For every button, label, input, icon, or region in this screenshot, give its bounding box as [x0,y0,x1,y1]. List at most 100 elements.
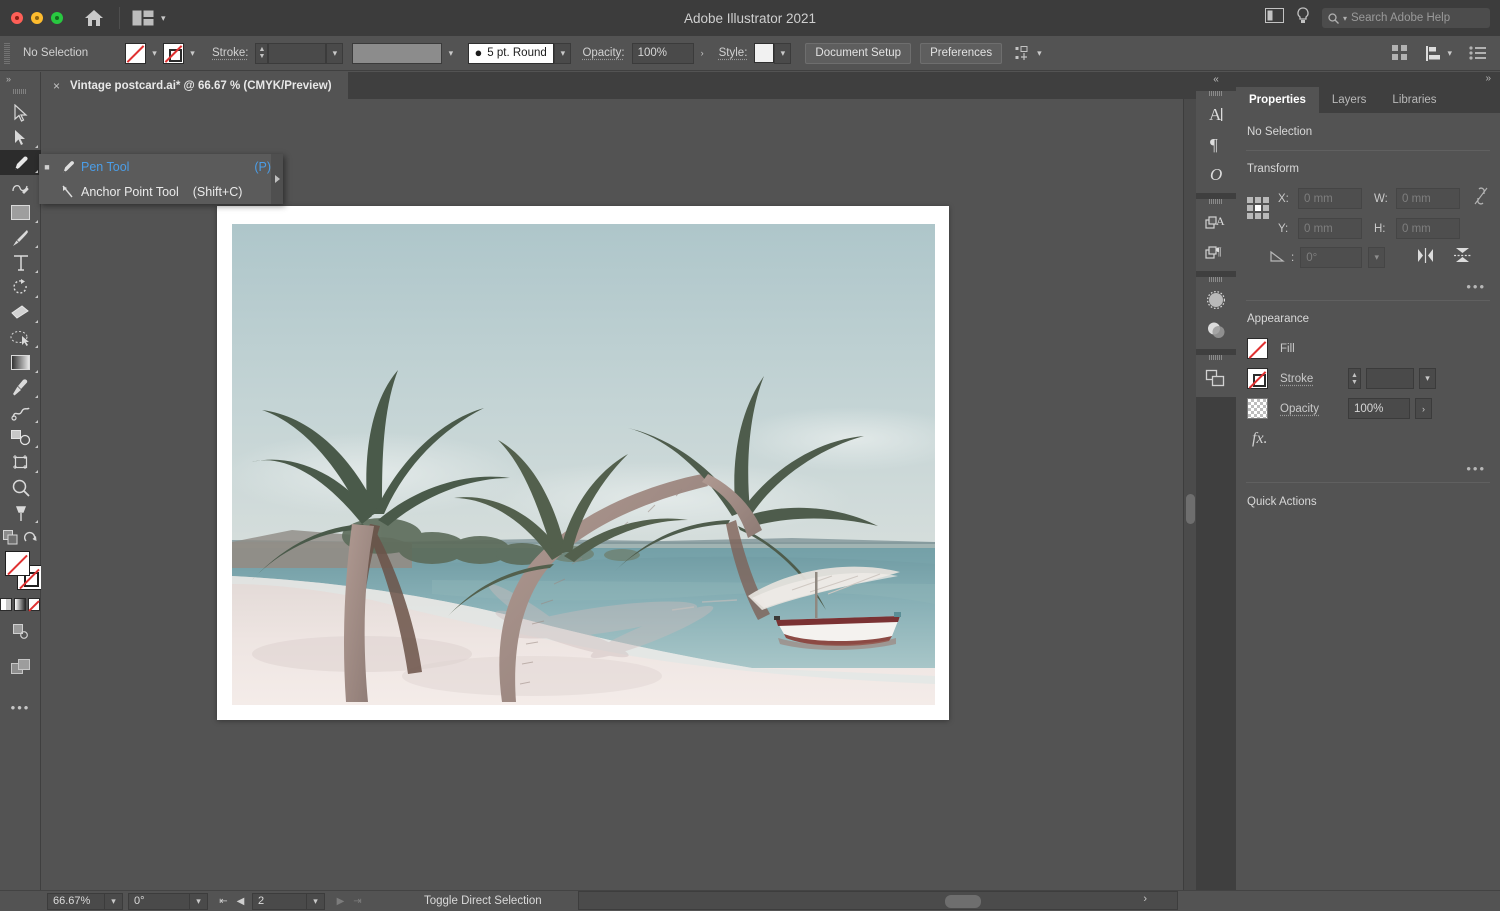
stroke-weight-stepper[interactable]: ▲ ▼ [255,42,269,64]
artboard-number-field[interactable]: 2 [252,892,307,910]
expand-panel-chevrons[interactable]: » [1485,73,1491,84]
distribute-chevron-down-icon[interactable]: ▾ [1447,48,1452,59]
vertical-scrollbar-thumb[interactable] [1186,494,1195,524]
ref-point[interactable] [1247,205,1253,211]
tab-libraries[interactable]: Libraries [1379,87,1449,113]
tool-flyout-indicator[interactable] [35,295,38,298]
fill-dropdown-chevron[interactable]: ▾ [146,43,163,64]
minimize-window-button[interactable] [31,12,43,24]
glyphs-panel-icon[interactable]: O [1196,159,1236,189]
horizontal-scrollbar-thumb[interactable] [945,895,981,908]
angle-field[interactable]: 0° [1300,247,1363,268]
stroke-weight-chevron[interactable]: ▾ [326,42,344,64]
pen-tool-flyout-menu[interactable]: ■ Pen Tool (P) Anchor Point Tool (Shift+… [39,154,283,204]
expand-toolbar-chevron[interactable]: » [0,72,40,86]
opacity-label[interactable]: Opacity [1280,403,1336,415]
tool-flyout-indicator[interactable] [35,220,38,223]
character-styles-panel-icon[interactable]: A [1196,207,1236,237]
appearance-opacity-swatch[interactable] [1247,398,1268,419]
zoom-level-chevron[interactable]: ▾ [105,892,123,910]
stroke-weight-stepper[interactable]: ▲ ▼ [1348,368,1361,389]
vintage-beach-postcard-photo[interactable] [232,224,935,705]
paintbrush-tool[interactable] [0,225,41,250]
color-swatch-button[interactable] [0,598,12,611]
unlink-proportions-icon[interactable] [1474,186,1488,211]
none-swatch-button[interactable] [28,598,40,611]
opacity-label[interactable]: Opacity: [582,47,624,59]
chevron-down-icon[interactable]: ▾ [1343,14,1347,23]
paragraph-styles-panel-icon[interactable]: ¶ [1196,237,1236,267]
flyout-item-pen-tool[interactable]: ■ Pen Tool (P) [39,154,283,179]
close-window-button[interactable] [11,12,23,24]
brush-definition-field[interactable]: ● 5 pt. Round [468,42,555,64]
tool-flyout-indicator[interactable] [35,395,38,398]
tool-flyout-indicator[interactable] [35,370,38,373]
appearance-opacity-field[interactable]: 100% [1348,398,1410,419]
close-icon[interactable]: × [53,79,60,93]
prev-artboard-icon[interactable]: ◀ [232,896,249,907]
gradient-swatch-button[interactable] [14,598,26,611]
stroke-weight-chevron[interactable]: ▾ [1419,368,1436,389]
y-field[interactable]: 0 mm [1298,218,1362,239]
artboard-number-chevron[interactable]: ▾ [307,892,325,910]
appearance-fill-swatch[interactable] [1247,338,1268,359]
chevron-down-icon[interactable]: ▾ [161,13,166,24]
arrange-documents-icon[interactable]: ▾ [132,10,166,26]
hand-tool[interactable] [0,500,41,525]
appearance-more-options-ellipsis[interactable]: ••• [1466,461,1486,476]
curvature-tool[interactable] [0,175,41,200]
h-field[interactable]: 0 mm [1396,218,1460,239]
zoom-tool[interactable] [0,475,41,500]
search-input[interactable]: ▾ Search Adobe Help [1322,8,1490,28]
stroke-profile-preview[interactable] [352,42,443,64]
eyedropper-tool[interactable] [0,375,41,400]
paragraph-panel-icon[interactable]: ¶ [1196,129,1236,159]
symbol-sprayer-tool[interactable] [0,400,41,425]
opacity-expand-arrow[interactable]: › [1415,398,1432,419]
ref-point[interactable] [1255,197,1261,203]
document-setup-button[interactable]: Document Setup [805,42,912,64]
last-artboard-icon[interactable]: ⇥ [349,896,366,907]
tool-flyout-indicator[interactable] [35,445,38,448]
flyout-item-anchor-point-tool[interactable]: Anchor Point Tool (Shift+C) [39,179,283,204]
opacity-field[interactable]: 100% [631,42,694,64]
tool-flyout-indicator[interactable] [35,520,38,523]
stroke-swatch-button[interactable] [163,42,184,64]
w-field[interactable]: 0 mm [1396,188,1460,209]
stroke-weight-field[interactable] [268,42,327,64]
first-artboard-icon[interactable]: ⇤ [215,896,232,907]
transparency-panel-icon[interactable] [1196,315,1236,345]
type-tool[interactable] [0,250,41,275]
zoom-level-field[interactable]: 66.67% [47,892,105,910]
align-chevron-down-icon[interactable]: ▾ [1037,48,1042,59]
artboards-panel-icon[interactable] [1196,363,1236,393]
eraser-tool[interactable] [0,300,41,325]
tool-flyout-indicator[interactable] [35,270,38,273]
style-label[interactable]: Style: [719,47,748,59]
shape-builder-tool[interactable] [0,325,41,350]
preferences-button[interactable]: Preferences [920,42,1003,64]
selection-tool[interactable] [0,100,41,125]
tool-flyout-indicator[interactable] [35,320,38,323]
maximize-window-button[interactable] [51,12,63,24]
tab-properties[interactable]: Properties [1236,87,1319,113]
ref-point[interactable] [1255,213,1261,219]
scroll-right-chevron[interactable]: › [1143,893,1147,905]
stroke-dropdown-chevron[interactable]: ▾ [184,43,201,64]
artboard-tool[interactable] [0,450,41,475]
panel-group-grip[interactable] [1209,91,1223,96]
direct-selection-tool[interactable] [0,125,41,150]
tool-flyout-indicator[interactable] [35,470,38,473]
gradient-tool[interactable] [0,350,41,375]
character-panel-icon[interactable]: A [1196,99,1236,129]
tool-flyout-indicator[interactable] [35,345,38,348]
tab-layers[interactable]: Layers [1319,87,1380,113]
brushes-panel-icon[interactable] [1196,285,1236,315]
tool-flyout-indicator[interactable] [35,420,38,423]
pen-tool[interactable] [0,150,41,175]
style-chevron[interactable]: ▾ [774,42,792,64]
flyout-tearoff-handle[interactable] [271,154,283,204]
tool-flyout-indicator[interactable] [35,170,38,173]
ref-point[interactable] [1247,197,1253,203]
screen-mode-button[interactable] [0,654,41,679]
